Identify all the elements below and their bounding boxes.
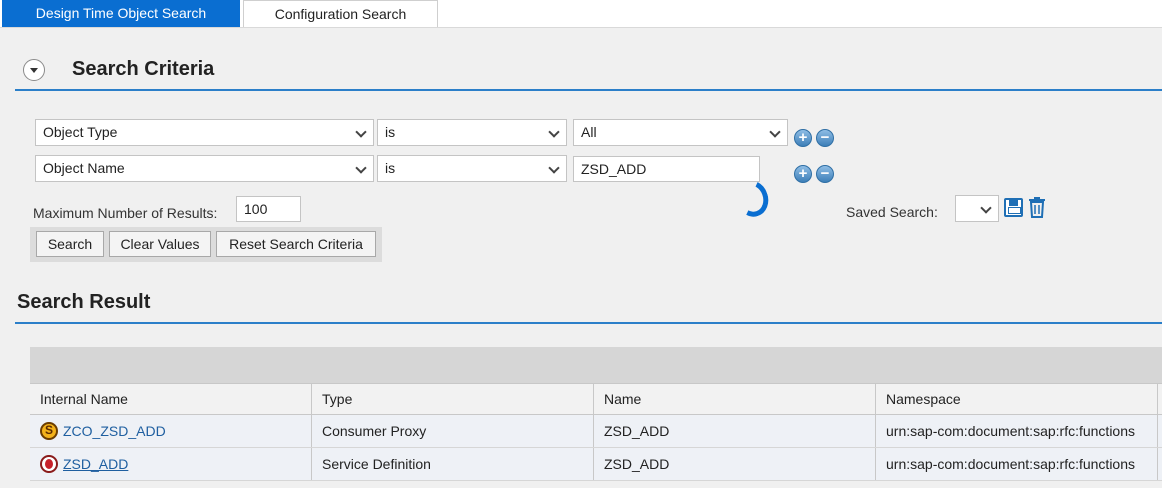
- search-criteria-divider: [15, 89, 1162, 91]
- criteria-field-value-2: Object Name: [43, 160, 125, 176]
- chevron-down-icon: [548, 126, 559, 137]
- add-row-icon[interactable]: +: [794, 165, 812, 183]
- consumer-proxy-icon: [40, 422, 58, 440]
- chevron-down-icon: [355, 162, 366, 173]
- type-cell: Service Definition: [312, 448, 594, 480]
- name-cell: ZSD_ADD: [594, 415, 876, 447]
- tab-configuration-search[interactable]: Configuration Search: [243, 0, 438, 27]
- service-definition-icon: [40, 455, 58, 473]
- search-result-title: Search Result: [17, 291, 150, 314]
- remove-row-icon[interactable]: −: [816, 129, 834, 147]
- criteria-operator-value-1: is: [385, 124, 395, 140]
- column-header-name[interactable]: Name: [594, 384, 876, 414]
- internal-name-link[interactable]: ZCO_ZSD_ADD: [63, 423, 166, 439]
- trash-icon[interactable]: [1028, 197, 1046, 218]
- table-row[interactable]: ZSD_ADD Service Definition ZSD_ADD urn:s…: [30, 448, 1162, 481]
- add-row-icon[interactable]: +: [794, 129, 812, 147]
- clear-values-button[interactable]: Clear Values: [109, 231, 211, 257]
- reset-search-criteria-button[interactable]: Reset Search Criteria: [216, 231, 376, 257]
- chevron-down-icon: [548, 162, 559, 173]
- namespace-cell: urn:sap-com:document:sap:rfc:functions: [876, 415, 1158, 447]
- chevron-down-icon: [980, 202, 991, 213]
- column-header-type[interactable]: Type: [312, 384, 594, 414]
- saved-search-label: Saved Search:: [846, 204, 938, 220]
- remove-row-icon[interactable]: −: [816, 165, 834, 183]
- table-header: Internal Name Type Name Namespace: [30, 383, 1162, 415]
- criteria-operator-select-2[interactable]: is: [377, 155, 567, 182]
- type-cell: Consumer Proxy: [312, 415, 594, 447]
- search-result-divider: [15, 322, 1162, 324]
- criteria-field-select-1[interactable]: Object Type: [35, 119, 374, 146]
- criteria-operator-value-2: is: [385, 160, 395, 176]
- table-toolbar: [30, 347, 1162, 383]
- saved-search-select[interactable]: [955, 195, 999, 222]
- internal-name-cell: ZSD_ADD: [30, 448, 312, 480]
- criteria-field-select-2[interactable]: Object Name: [35, 155, 374, 182]
- namespace-cell: urn:sap-com:document:sap:rfc:functions: [876, 448, 1158, 480]
- column-header-internal-name[interactable]: Internal Name: [30, 384, 312, 414]
- column-header-namespace[interactable]: Namespace: [876, 384, 1158, 414]
- internal-name-link[interactable]: ZSD_ADD: [63, 456, 128, 472]
- collapse-toggle-icon[interactable]: [23, 59, 45, 81]
- internal-name-cell: ZCO_ZSD_ADD: [30, 415, 312, 447]
- loading-spinner-icon: [731, 176, 774, 222]
- search-button-bar: Search Clear Values Reset Search Criteri…: [30, 227, 382, 262]
- tab-strip: Design Time Object Search Configuration …: [0, 0, 1162, 28]
- chevron-down-icon: [769, 126, 780, 137]
- criteria-value-input-2[interactable]: ZSD_ADD: [573, 156, 760, 182]
- tab-design-time-object-search[interactable]: Design Time Object Search: [2, 0, 240, 27]
- search-criteria-title: Search Criteria: [72, 58, 214, 81]
- criteria-field-value-1: Object Type: [43, 124, 117, 140]
- criteria-value-1: All: [581, 124, 597, 140]
- max-results-label: Maximum Number of Results:: [33, 205, 217, 221]
- max-results-input[interactable]: 100: [236, 196, 301, 222]
- criteria-value-select-1[interactable]: All: [573, 119, 788, 146]
- result-table: Internal Name Type Name Namespace ZCO_ZS…: [30, 347, 1162, 488]
- table-row[interactable]: ZCO_ZSD_ADD Consumer Proxy ZSD_ADD urn:s…: [30, 415, 1162, 448]
- save-icon[interactable]: [1004, 198, 1023, 217]
- search-button[interactable]: Search: [36, 231, 104, 257]
- chevron-down-icon: [355, 126, 366, 137]
- name-cell: ZSD_ADD: [594, 448, 876, 480]
- criteria-operator-select-1[interactable]: is: [377, 119, 567, 146]
